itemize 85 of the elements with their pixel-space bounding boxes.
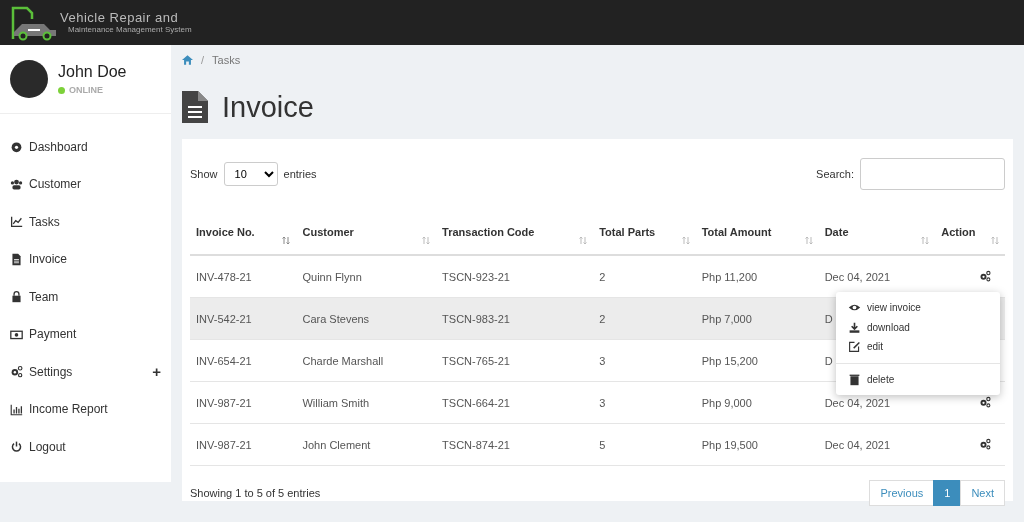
table-cell: 5 [593,423,696,466]
logo-subtitle: Maintenance Management System [68,26,192,34]
dashboard-icon [10,140,23,154]
download-icon [848,320,861,334]
user-status: ONLINE [69,85,103,95]
sort-icon [422,236,431,245]
search-label: Search: [816,168,854,180]
gears-icon[interactable] [979,395,991,408]
show-label: Show [190,168,218,180]
sidebar-item[interactable]: Payment [0,315,171,353]
entries-select[interactable]: 10 [223,162,278,186]
table-cell: John Clement [296,423,437,466]
sidebar-item[interactable]: Team [0,278,171,316]
sidebar-item[interactable]: Settings + [0,353,171,391]
table-cell: TSCN-923-21 [436,255,594,298]
table-cell: INV-542-21 [190,297,297,340]
search-field[interactable] [860,158,1005,190]
line-chart-icon [10,215,23,229]
gears-icon[interactable] [979,437,991,450]
user-name: John Doe [58,63,127,81]
sort-icon [579,236,588,245]
table-cell: Php 9,000 [695,381,819,424]
column-header[interactable]: Transaction Code [436,209,594,255]
breadcrumb-item: Tasks [212,54,241,66]
table-cell: Charde Marshall [296,339,437,382]
table-cell: TSCN-664-21 [436,381,594,424]
column-header[interactable]: Total Parts [593,209,696,255]
sort-icon [681,236,690,245]
sidebar-item[interactable]: Tasks [0,203,171,241]
column-header[interactable]: Action [935,209,1005,255]
document-icon [182,91,208,123]
table-cell: William Smith [296,381,437,424]
column-header[interactable]: Invoice No. [190,209,297,255]
status-dot-icon [58,86,65,94]
table-cell: INV-478-21 [190,255,297,298]
table-cell: INV-987-21 [190,381,297,424]
sidebar-item[interactable]: Dashboard [0,128,171,166]
table-cell: Quinn Flynn [296,255,437,298]
column-header[interactable]: Customer [296,209,437,255]
gears-icon [10,365,23,379]
table-cell: TSCN-765-21 [436,339,594,382]
gears-icon[interactable] [979,269,991,282]
table-cell: TSCN-983-21 [436,297,594,340]
table-cell: 2 [593,297,696,340]
logo-title: Vehicle Repair and [60,11,180,24]
sidebar-item[interactable]: Logout [0,428,171,466]
table-cell: Dec 04, 2021 [818,423,936,466]
column-header[interactable]: Total Amount [695,209,819,255]
table-cell: TSCN-874-21 [436,423,594,466]
table-cell: 3 [593,339,696,382]
page-button[interactable]: 1 [933,480,962,506]
entries-label: entries [283,168,317,180]
table-cell: Cara Stevens [296,297,437,340]
page-button[interactable]: Previous [869,480,935,506]
sort-icon [804,236,813,245]
table-info: Showing 1 to 5 of 5 entries [190,487,321,499]
sidebar-item[interactable]: Customer [0,165,171,203]
table-cell: INV-987-21 [190,423,297,466]
sidebar-item[interactable]: Invoice [0,240,171,278]
sort-icon [282,236,291,245]
sidebar-item[interactable]: Income Report [0,390,171,428]
table-cell: Php 7,000 [695,297,819,340]
bar-chart-icon [10,402,23,416]
page-button[interactable]: Next [960,480,1005,506]
table-cell: Php 15,200 [695,339,819,382]
edit-icon [848,340,861,354]
table-cell: Php 19,500 [695,423,819,466]
avatar [10,60,48,98]
sort-icon [921,236,930,245]
expand-toggle[interactable]: + [152,363,161,381]
page-title: Invoice [222,90,314,124]
trash-icon [848,372,861,386]
home-icon[interactable] [182,55,193,65]
table-cell: 2 [593,255,696,298]
column-header[interactable]: Date [818,209,936,255]
logo-car-icon [10,4,58,41]
table-cell: INV-654-21 [190,339,297,382]
document-icon [10,252,23,266]
table-cell: 3 [593,381,696,424]
lock-icon [10,290,23,304]
sort-icon [991,236,999,245]
table-cell: Php 11,200 [695,255,819,298]
power-icon [10,440,23,454]
breadcrumb-separator: / [201,54,205,66]
users-icon [10,177,23,191]
